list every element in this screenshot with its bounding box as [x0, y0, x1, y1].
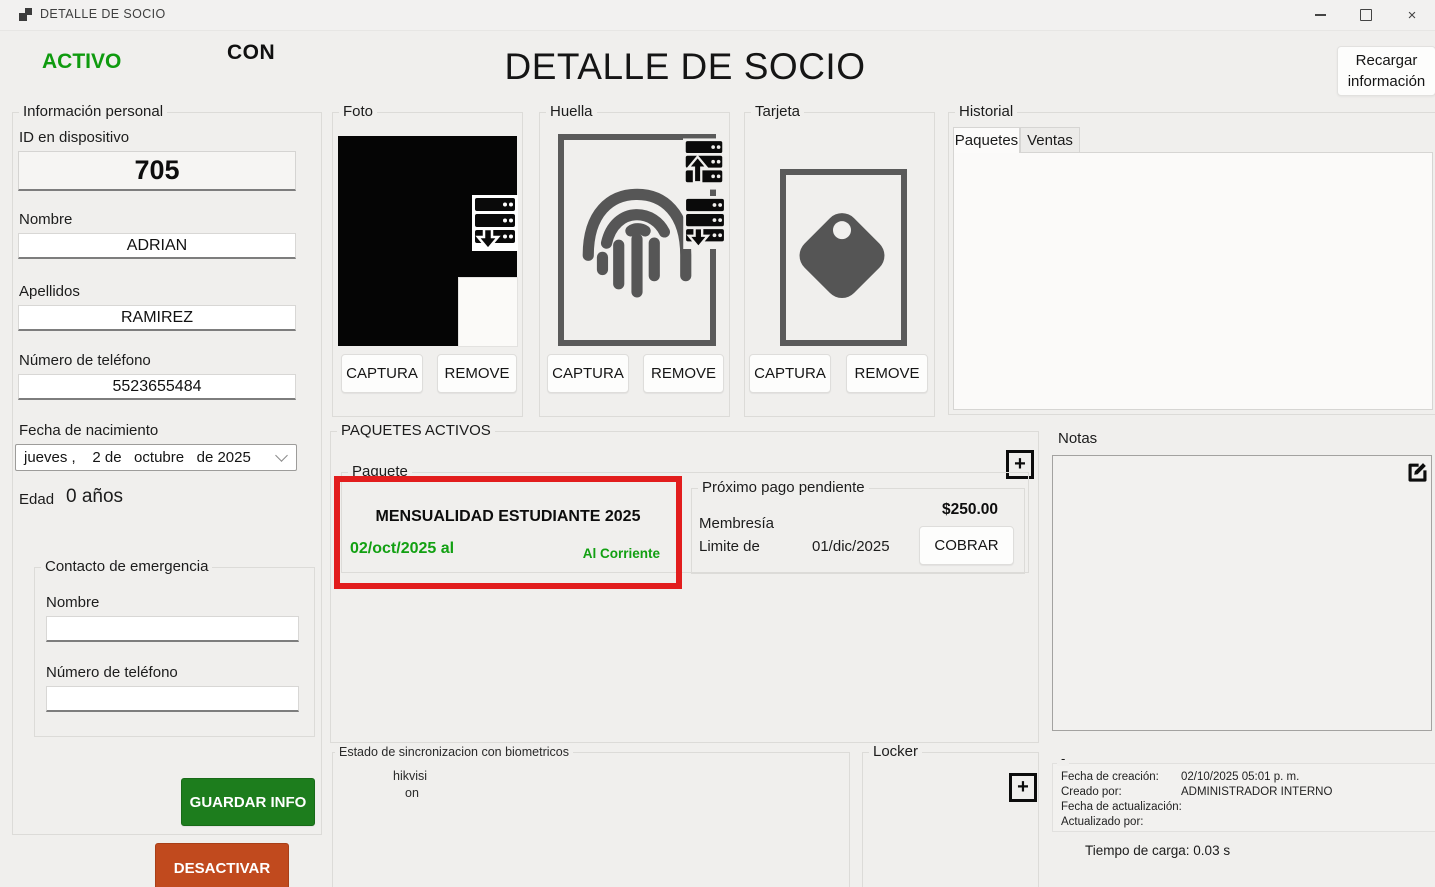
sync-status-group: Estado de sincronizacion con biometricos… — [332, 745, 850, 887]
locker-group-label: Locker — [869, 743, 923, 760]
emergency-name-label: Nombre — [46, 594, 100, 611]
sync-status-group-label: Estado de sincronizacion con biometricos — [335, 745, 573, 759]
personal-info-group-label: Información personal — [19, 103, 168, 120]
photo-group: Foto CAPTURA REMOVE — [332, 103, 523, 417]
next-payment-group: Próximo pago pendiente Membresía Limite … — [691, 479, 1025, 574]
minimize-button[interactable] — [1297, 0, 1343, 30]
lastname-label: Apellidos — [19, 283, 80, 300]
notes-group-label: Notas — [1054, 430, 1102, 447]
server-upload-icon — [683, 138, 725, 190]
created-by-value: ADMINISTRADOR INTERNO — [1181, 786, 1333, 798]
card-frame — [780, 169, 907, 346]
emergency-phone-field[interactable] — [46, 686, 299, 712]
name-field[interactable] — [18, 233, 296, 259]
active-packages-group: PAQUETES ACTIVOS + Paquete MENSUALIDAD E… — [330, 422, 1039, 743]
created-date-value: 02/10/2025 05:01 p. m. — [1181, 771, 1300, 783]
maximize-button[interactable] — [1343, 0, 1389, 30]
membership-label: Membresía — [699, 515, 775, 532]
locker-group: Locker + — [862, 743, 1039, 887]
notes-group: Notas — [1052, 430, 1434, 733]
birthdate-label: Fecha de nacimiento — [19, 422, 159, 439]
save-info-button[interactable]: GUARDAR INFO — [181, 778, 315, 826]
birthdate-value: jueves , 2 de octubre de 2025 — [24, 449, 251, 466]
package-period: 02/oct/2025 al — [350, 540, 455, 557]
package-name: MENSUALIDAD ESTUDIANTE 2025 — [375, 508, 641, 525]
history-group-label: Historial — [955, 103, 1018, 120]
card-capture-button[interactable]: CAPTURA — [749, 354, 831, 393]
audit-group-label: - — [1057, 751, 1070, 766]
server-download-icon — [472, 195, 518, 251]
card-group-label: Tarjeta — [751, 103, 805, 120]
emergency-phone-label: Número de teléfono — [46, 664, 178, 681]
emergency-contact-group: Contacto de emergencia Nombre Número de … — [34, 558, 315, 737]
personal-info-group: Información personal ID en dispositivo 7… — [12, 103, 322, 835]
page-title: DETALLE DE SOCIO — [504, 46, 866, 87]
reload-info-button[interactable]: Recargar información — [1337, 46, 1435, 96]
edit-notes-button[interactable] — [1404, 458, 1431, 485]
deactivate-button[interactable]: DESACTIVAR — [155, 843, 289, 887]
lastname-field[interactable] — [18, 305, 296, 331]
charge-button[interactable]: COBRAR — [919, 526, 1014, 565]
emergency-contact-group-label: Contacto de emergencia — [41, 558, 213, 575]
fingerprint-group-label: Huella — [546, 103, 597, 120]
card-remove-button[interactable]: REMOVE — [846, 354, 928, 393]
app-icon — [19, 8, 33, 22]
photo-remove-button[interactable]: REMOVE — [437, 354, 517, 393]
updated-by-label: Actualizado por: — [1061, 816, 1144, 828]
photo-capture-button[interactable]: CAPTURA — [341, 354, 423, 393]
maximize-icon — [1360, 9, 1372, 21]
title-bar: DETALLE DE SOCIO × — [0, 0, 1435, 31]
card-group: Tarjeta CAPTURA REMOVE — [744, 103, 935, 417]
tab-paquetes[interactable]: Paquetes — [953, 127, 1020, 153]
server-download-icon — [683, 196, 727, 249]
history-panel — [953, 152, 1433, 410]
birthdate-select[interactable]: jueves , 2 de octubre de 2025 — [15, 444, 297, 471]
next-payment-group-label: Próximo pago pendiente — [698, 479, 869, 496]
limit-date: 01/dic/2025 — [812, 538, 890, 555]
audit-group: - Fecha de creación: 02/10/2025 05:01 p.… — [1052, 751, 1435, 832]
photo-blank-corner — [458, 277, 518, 347]
age-value: 0 años — [66, 486, 124, 507]
sync-status-line2: on — [405, 786, 419, 800]
phone-label: Número de teléfono — [19, 352, 151, 369]
fingerprint-remove-button[interactable]: REMOVE — [643, 354, 724, 393]
sync-status-line1: hikvisi — [393, 769, 428, 783]
detalle-de-socio-window: DETALLE DE SOCIO × ACTIVO CON DETALLE DE… — [0, 0, 1435, 887]
notes-textarea[interactable] — [1052, 455, 1432, 731]
photo-group-label: Foto — [339, 103, 378, 120]
chevron-down-icon — [275, 449, 288, 462]
device-id-label: ID en dispositivo — [19, 129, 130, 146]
created-by-label: Creado por: — [1061, 786, 1122, 798]
edit-icon — [1408, 463, 1427, 482]
phone-field[interactable] — [18, 374, 296, 400]
minimize-icon — [1314, 14, 1326, 16]
fingerprint-capture-button[interactable]: CAPTURA — [547, 354, 629, 393]
fingerprint-group: Huella CAPTURA REMOVE — [539, 103, 730, 417]
package-status: Al Corriente — [582, 546, 660, 561]
history-group: Historial Paquetes Ventas — [948, 103, 1435, 415]
load-time-label: Tiempo de carga: 0.03 s — [1085, 843, 1231, 858]
photo-preview — [338, 136, 518, 347]
tab-ventas[interactable]: Ventas — [1020, 127, 1080, 153]
close-button[interactable]: × — [1389, 0, 1435, 30]
limit-label: Limite de — [699, 538, 760, 555]
device-id-field: 705 — [18, 151, 296, 191]
emergency-name-field[interactable] — [46, 616, 299, 642]
add-locker-button[interactable]: + — [1009, 773, 1037, 802]
created-date-label: Fecha de creación: — [1061, 771, 1159, 783]
name-label: Nombre — [19, 211, 73, 228]
tag-icon — [799, 213, 885, 299]
plus-icon: + — [1014, 453, 1026, 475]
payment-amount: $250.00 — [942, 501, 999, 518]
window-title: DETALLE DE SOCIO — [40, 7, 166, 21]
updated-date-label: Fecha de actualización: — [1061, 801, 1182, 813]
age-label: Edad — [19, 491, 55, 508]
active-packages-group-label: PAQUETES ACTIVOS — [337, 422, 495, 439]
package-highlight-box: MENSUALIDAD ESTUDIANTE 2025 02/oct/2025 … — [334, 476, 682, 589]
close-icon: × — [1407, 6, 1417, 24]
plus-icon: + — [1017, 776, 1029, 798]
